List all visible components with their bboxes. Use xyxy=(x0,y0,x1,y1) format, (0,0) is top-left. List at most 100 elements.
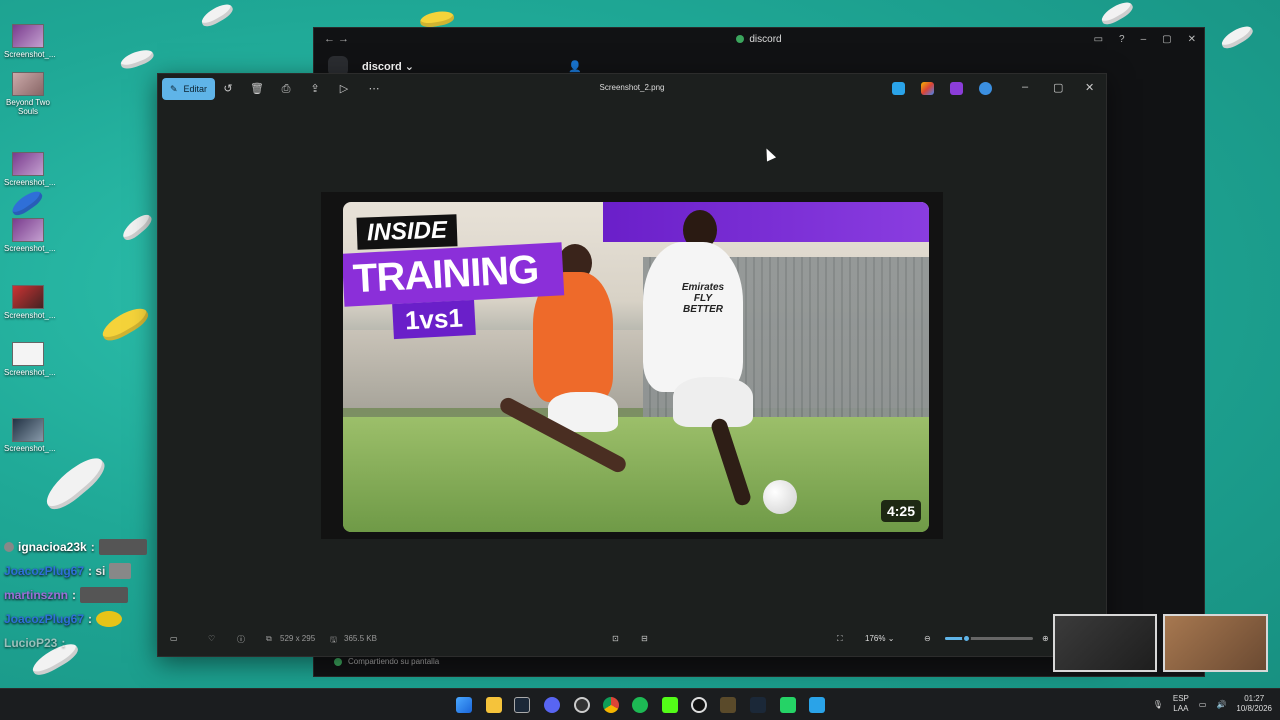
chat-message: JoacozPlug67 : si xyxy=(4,559,164,583)
photos-viewer-window[interactable]: ✎ Editar ↺ 🗑 ⎙ ⇪ ▷ ⋯ Screenshot_2.png – … xyxy=(157,73,1107,657)
chat-username: martinsznn xyxy=(4,588,69,602)
obs-icon[interactable] xyxy=(574,697,590,713)
discord-icon[interactable] xyxy=(544,697,560,713)
filmstrip-icon[interactable]: ▭ xyxy=(170,634,178,643)
zoom-slider-thumb[interactable] xyxy=(962,634,971,643)
file-name-title: Screenshot_2.png xyxy=(599,83,665,92)
network-icon[interactable]: ▭ xyxy=(1199,700,1207,709)
screen-share-icon xyxy=(334,657,342,666)
boat-decoration xyxy=(419,9,455,29)
close-icon[interactable]: ✕ xyxy=(1188,34,1196,45)
desktop-icon[interactable]: Beyond Two Souls xyxy=(4,72,52,116)
zoom-level-dropdown[interactable]: 176% ⌄ xyxy=(865,634,894,643)
desktop-icon-label: Beyond Two Souls xyxy=(6,98,50,116)
close-icon[interactable]: ✕ xyxy=(1085,81,1094,94)
screen-share-text: Compartiendo su pantalla xyxy=(348,657,440,666)
taskbar: 🎙 ESP LAA ▭ 🔊 01:27 10/8/2026 xyxy=(0,688,1280,720)
boat-decoration xyxy=(98,302,152,346)
steam-icon[interactable] xyxy=(514,697,530,713)
file-thumbnail xyxy=(12,285,44,309)
boat-decoration xyxy=(118,46,156,72)
desktop-icon-label: Screenshot_... xyxy=(4,178,56,187)
chat-message: LucioP23 : xyxy=(4,631,164,655)
desktop-icon[interactable]: Screenshot_... xyxy=(4,285,56,320)
desktop-icon-label: Screenshot_... xyxy=(4,311,56,320)
help-icon[interactable]: ? xyxy=(1119,34,1125,45)
file-thumbnail xyxy=(12,418,44,442)
clipchamp-icon[interactable] xyxy=(921,82,934,95)
whatsapp-icon[interactable] xyxy=(780,697,796,713)
info-icon[interactable]: ⓘ xyxy=(237,634,245,645)
zoom-out-icon[interactable]: ⊖ xyxy=(924,634,931,643)
thumbnail-title-line3: 1vs1 xyxy=(392,299,476,340)
minecraft-icon[interactable] xyxy=(720,697,736,713)
emote-image xyxy=(98,539,147,555)
zoom-in-icon[interactable]: ⊕ xyxy=(1042,634,1049,643)
desktop-icon[interactable]: Screenshot_... xyxy=(4,152,56,187)
minimize-icon[interactable]: – xyxy=(1141,34,1147,45)
file-size: 365.5 KB xyxy=(344,634,377,643)
text-extract-icon[interactable]: ⊟ xyxy=(641,634,648,643)
chat-text: : xyxy=(90,540,95,554)
file-thumbnail xyxy=(12,218,44,242)
editor-app-icon[interactable] xyxy=(892,82,905,95)
chrome-icon[interactable] xyxy=(603,697,619,713)
file-thumbnail xyxy=(12,342,44,366)
desktop-icon[interactable]: Screenshot_... xyxy=(4,418,56,453)
minimize-icon[interactable]: – xyxy=(1022,81,1028,93)
boat-decoration xyxy=(119,210,155,244)
ccleaner-icon[interactable] xyxy=(691,697,707,713)
chat-username: JoacozPlug67 xyxy=(4,612,85,626)
player-two-shorts xyxy=(673,377,753,427)
football xyxy=(763,480,797,514)
file-thumbnail xyxy=(12,152,44,176)
webcam-overlay xyxy=(1053,614,1157,672)
spotify-icon[interactable] xyxy=(632,697,648,713)
image-canvas[interactable]: Emirates FLY BETTER INSIDE TRAINING 1vs1… xyxy=(321,192,943,539)
clock[interactable]: 01:27 10/8/2026 xyxy=(1236,694,1272,714)
shirt-sponsor: Emirates FLY BETTER xyxy=(681,282,725,315)
emote-image xyxy=(80,587,129,603)
keyboard-layout: LAA xyxy=(1173,704,1189,713)
chat-text: : xyxy=(88,612,93,626)
server-name-button[interactable]: discord ⌄ xyxy=(362,60,414,73)
back-forward-icon[interactable]: ← → xyxy=(324,33,349,45)
chat-text: : xyxy=(61,636,66,650)
photos-app-icon[interactable] xyxy=(809,697,825,713)
designer-icon[interactable] xyxy=(950,82,963,95)
window-controls: ▭ ? – ▢ ✕ xyxy=(1094,34,1196,45)
steam-icon[interactable] xyxy=(750,697,766,713)
file-explorer-icon[interactable] xyxy=(486,697,502,713)
maximize-icon[interactable]: ▢ xyxy=(1162,34,1171,45)
discord-titlebar: ← → discord ▭ ? – ▢ ✕ xyxy=(314,28,1204,50)
microphone-icon[interactable]: 🎙 xyxy=(1153,700,1163,709)
chat-text: : xyxy=(72,588,77,602)
language-indicator[interactable]: ESP LAA xyxy=(1173,694,1189,714)
thumbnail-title-line2: TRAINING xyxy=(343,242,565,307)
image-dimensions: 529 x 295 xyxy=(280,634,316,643)
viewer-statusbar: ▭ ♡ ⓘ ⧉ 529 x 295 🖫 365.5 KB ⊡ ⊟ ⛶ 176% … xyxy=(158,622,1106,656)
webcam-overlay xyxy=(1163,614,1268,672)
video-duration-badge: 4:25 xyxy=(880,500,921,522)
visual-search-icon[interactable]: ⊡ xyxy=(612,634,619,643)
volume-icon[interactable]: 🔊 xyxy=(1216,700,1226,709)
kick-icon[interactable] xyxy=(662,697,678,713)
desktop-icon[interactable]: Screenshot_... xyxy=(4,24,56,59)
maximize-icon[interactable]: ▢ xyxy=(1053,81,1063,94)
start-menu-icon[interactable] xyxy=(456,697,472,713)
fit-to-window-icon[interactable]: ⛶ xyxy=(837,634,843,644)
chat-message: ignacioa23k : xyxy=(4,535,164,559)
desktop-icon-label: Screenshot_... xyxy=(4,368,56,377)
zoom-slider[interactable] xyxy=(945,634,1033,643)
desktop-icon[interactable]: Screenshot_... xyxy=(4,218,56,253)
game-thumbnail xyxy=(12,72,44,96)
inbox-icon[interactable]: ▭ xyxy=(1094,34,1103,45)
desktop-icon[interactable]: Screenshot_... xyxy=(4,342,56,377)
clock-time: 01:27 xyxy=(1244,694,1265,703)
favorite-icon[interactable]: ♡ xyxy=(208,634,215,643)
thumbnail-title-line1: INSIDE xyxy=(356,214,458,250)
onedrive-icon[interactable] xyxy=(979,82,992,95)
purple-banner xyxy=(603,202,929,242)
screen-share-status: Compartiendo su pantalla xyxy=(334,657,439,666)
add-friend-icon[interactable]: 👤 xyxy=(568,60,582,73)
